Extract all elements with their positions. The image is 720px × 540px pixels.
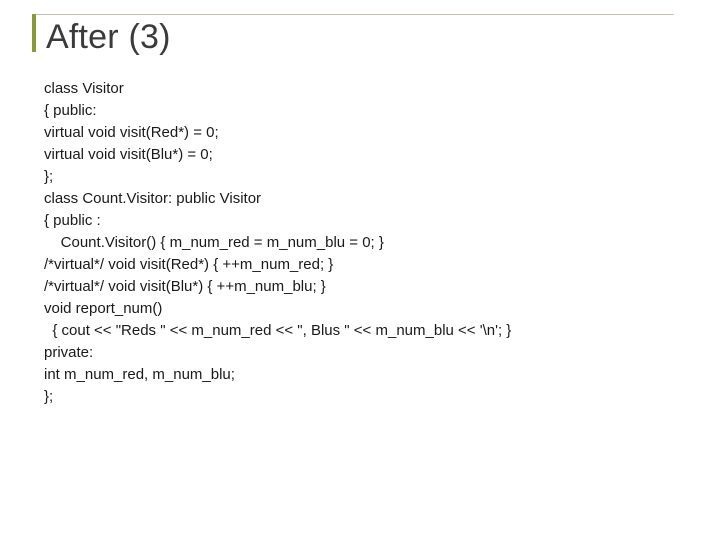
title-accent-bar: [32, 14, 36, 52]
slide: After (3) class Visitor { public: virtua…: [0, 0, 720, 540]
code-block: class Visitor { public: virtual void vis…: [44, 78, 684, 408]
slide-title: After (3): [46, 18, 171, 57]
top-rule: [32, 14, 674, 15]
